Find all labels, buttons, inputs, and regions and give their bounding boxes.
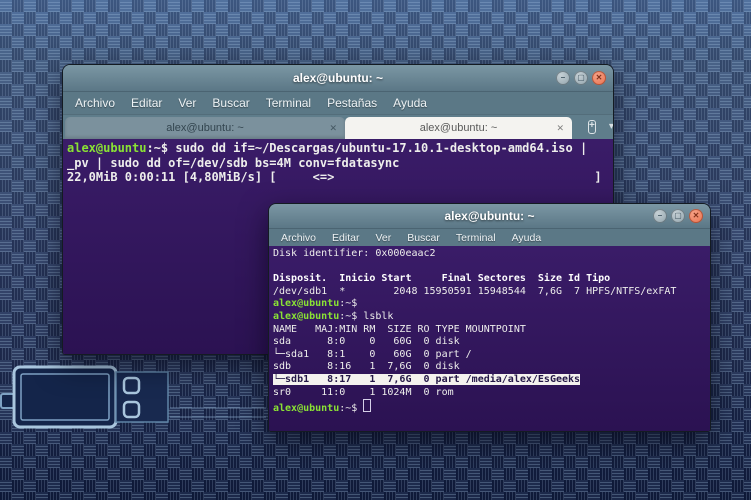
titlebar-front[interactable]: alex@ubuntu: ~ bbox=[269, 204, 710, 229]
tab-label: alex@ubuntu: ~ bbox=[65, 122, 345, 134]
menu-item-archivo[interactable]: Archivo bbox=[273, 232, 324, 244]
terminal-line: sr0 11:0 1 1024M 0 rom bbox=[273, 387, 706, 400]
tab-close-icon[interactable] bbox=[556, 123, 564, 134]
menu-item-ver[interactable]: Ver bbox=[367, 232, 399, 244]
terminal-line: alex@ubuntu:~$ bbox=[273, 298, 706, 311]
window-controls bbox=[653, 209, 703, 223]
titlebar-back[interactable]: alex@ubuntu: ~ bbox=[63, 65, 613, 92]
tab-2-active[interactable]: alex@ubuntu: ~ bbox=[345, 117, 572, 139]
terminal-line: Disposit. Inicio Start Final Sectores Si… bbox=[273, 273, 706, 286]
terminal-window-front: alex@ubuntu: ~ ArchivoEditarVerBuscarTer… bbox=[268, 203, 711, 432]
terminal-line: Disk identifier: 0x000eaac2 bbox=[273, 248, 706, 261]
minimize-icon[interactable] bbox=[556, 71, 570, 85]
terminal-text: 22,0MiB 0:00:11 [4,80MiB/s] [ <=> ] bbox=[67, 170, 602, 184]
window-title: alex@ubuntu: ~ bbox=[444, 209, 534, 223]
terminal-text: └─sdb1 8:17 1 7,6G 0 part /media/alex/Es… bbox=[273, 374, 580, 385]
menu-item-terminal[interactable]: Terminal bbox=[448, 232, 504, 244]
terminal-line: └─sdb1 8:17 1 7,6G 0 part /media/alex/Es… bbox=[273, 374, 706, 387]
terminal-text: alex@ubuntu bbox=[273, 298, 339, 309]
menu-item-buscar[interactable]: Buscar bbox=[399, 232, 448, 244]
menu-item-archivo[interactable]: Archivo bbox=[67, 96, 123, 110]
terminal-line: /dev/sdb1 * 2048 15950591 15948544 7,6G … bbox=[273, 286, 706, 299]
terminal-line: alex@ubuntu:~$ lsblk bbox=[273, 311, 706, 324]
terminal-text: sdb 8:16 1 7,6G 0 disk bbox=[273, 361, 466, 372]
terminal-line: _pv | sudo dd of=/dev/sdb bs=4M conv=fda… bbox=[67, 156, 609, 171]
tab-close-icon[interactable] bbox=[329, 123, 337, 134]
minimize-icon[interactable] bbox=[653, 209, 667, 223]
terminal-text: :~$ sudo dd if=~/Descargas/ubuntu-17.10.… bbox=[146, 141, 587, 155]
menu-item-ver[interactable]: Ver bbox=[170, 96, 204, 110]
terminal-text: Disk identifier: 0x000eaac2 bbox=[273, 248, 436, 259]
terminal-text: :~$ bbox=[339, 298, 357, 309]
terminal-text: └─sda1 8:1 0 60G 0 part / bbox=[273, 349, 472, 360]
window-controls bbox=[556, 71, 606, 85]
menu-item-ayuda[interactable]: Ayuda bbox=[385, 96, 435, 110]
terminal-output-front[interactable]: Disk identifier: 0x000eaac2 Disposit. Ini… bbox=[269, 246, 710, 431]
terminal-line: └─sda1 8:1 0 60G 0 part / bbox=[273, 349, 706, 362]
terminal-text: _pv | sudo dd of=/dev/sdb bs=4M conv=fda… bbox=[67, 156, 399, 170]
terminal-text: :~$ bbox=[339, 403, 363, 414]
close-icon[interactable] bbox=[592, 71, 606, 85]
terminal-text: alex@ubuntu bbox=[67, 141, 146, 155]
terminal-line: alex@ubuntu:~$ bbox=[273, 399, 706, 416]
terminal-line bbox=[273, 261, 706, 274]
maximize-icon[interactable] bbox=[671, 209, 685, 223]
terminal-line: sda 8:0 0 60G 0 disk bbox=[273, 336, 706, 349]
menu-item-buscar[interactable]: Buscar bbox=[204, 96, 257, 110]
menu-item-pestañas[interactable]: Pestañas bbox=[319, 96, 385, 110]
new-tab-button[interactable]: + bbox=[588, 120, 596, 134]
terminal-text: /dev/sdb1 * 2048 15950591 15948544 7,6G … bbox=[273, 286, 676, 297]
terminal-cursor bbox=[363, 399, 371, 412]
terminal-line: 22,0MiB 0:00:11 [4,80MiB/s] [ <=> ] bbox=[67, 170, 609, 185]
terminal-text: sda 8:0 0 60G 0 disk bbox=[273, 336, 466, 347]
menu-item-editar[interactable]: Editar bbox=[324, 232, 367, 244]
tabs: alex@ubuntu: ~alex@ubuntu: ~ bbox=[63, 117, 572, 139]
terminal-text: NAME MAJ:MIN RM SIZE RO TYPE MOUNTPOINT bbox=[273, 324, 526, 335]
menu-item-terminal[interactable]: Terminal bbox=[258, 96, 319, 110]
window-title: alex@ubuntu: ~ bbox=[293, 71, 383, 85]
tab-bar: alex@ubuntu: ~alex@ubuntu: ~ + bbox=[63, 114, 613, 139]
menubar-front: ArchivoEditarVerBuscarTerminalAyuda bbox=[269, 229, 710, 246]
maximize-icon[interactable] bbox=[574, 71, 588, 85]
tab-1[interactable]: alex@ubuntu: ~ bbox=[65, 117, 345, 139]
tab-label: alex@ubuntu: ~ bbox=[345, 122, 572, 134]
terminal-line: sdb 8:16 1 7,6G 0 disk bbox=[273, 361, 706, 374]
close-icon[interactable] bbox=[689, 209, 703, 223]
terminal-text: :~$ lsblk bbox=[339, 311, 393, 322]
terminal-text: sr0 11:0 1 1024M 0 rom bbox=[273, 387, 460, 398]
menubar-back: ArchivoEditarVerBuscarTerminalPestañasAy… bbox=[63, 92, 613, 114]
tab-list-chevron-down-icon[interactable] bbox=[609, 122, 614, 132]
terminal-text: alex@ubuntu bbox=[273, 311, 339, 322]
terminal-text: alex@ubuntu bbox=[273, 403, 339, 414]
menu-item-editar[interactable]: Editar bbox=[123, 96, 170, 110]
terminal-line: NAME MAJ:MIN RM SIZE RO TYPE MOUNTPOINT bbox=[273, 324, 706, 337]
terminal-text: Disposit. Inicio Start Final Sectores Si… bbox=[273, 273, 610, 284]
menu-item-ayuda[interactable]: Ayuda bbox=[504, 232, 550, 244]
terminal-line: alex@ubuntu:~$ sudo dd if=~/Descargas/ub… bbox=[67, 141, 609, 156]
usb-drive-illustration bbox=[0, 364, 270, 432]
